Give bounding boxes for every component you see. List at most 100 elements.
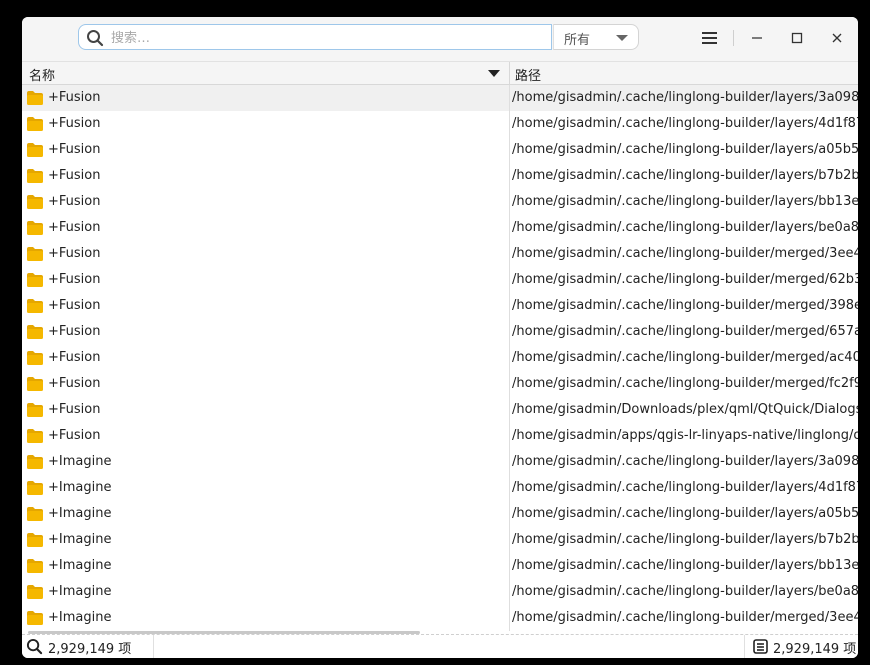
- list-item[interactable]: +Imagine /home/gisadmin/.cache/linglong-…: [22, 553, 858, 579]
- list-item[interactable]: +Imagine /home/gisadmin/.cache/linglong-…: [22, 475, 858, 501]
- list-item[interactable]: +Fusion /home/gisadmin/.cache/linglong-b…: [22, 371, 858, 397]
- folder-icon: [27, 351, 43, 365]
- list-item[interactable]: +Fusion /home/gisadmin/.cache/linglong-b…: [22, 111, 858, 137]
- folder-icon: [27, 143, 43, 157]
- item-path: /home/gisadmin/.cache/linglong-builder/l…: [512, 532, 858, 547]
- name-cell: +Fusion: [22, 371, 509, 397]
- list-item[interactable]: +Fusion /home/gisadmin/.cache/linglong-b…: [22, 319, 858, 345]
- folder-icon: [27, 611, 43, 625]
- index-count: 2,929,149 项: [773, 642, 857, 657]
- folder-icon: [27, 325, 43, 339]
- item-name: +Fusion: [48, 350, 101, 365]
- list-item[interactable]: +Imagine /home/gisadmin/.cache/linglong-…: [22, 449, 858, 475]
- menu-button[interactable]: [698, 27, 722, 49]
- item-path: /home/gisadmin/.cache/linglong-builder/l…: [512, 142, 858, 157]
- item-name: +Imagine: [48, 532, 112, 547]
- item-name: +Fusion: [48, 428, 101, 443]
- name-cell: +Fusion: [22, 293, 509, 319]
- folder-icon: [27, 403, 43, 417]
- folder-icon: [27, 117, 43, 131]
- item-path: /home/gisadmin/.cache/linglong-builder/l…: [512, 168, 858, 183]
- name-cell: +Fusion: [22, 345, 509, 371]
- folder-icon: [27, 377, 43, 391]
- close-button[interactable]: [825, 27, 849, 49]
- name-cell: +Imagine: [22, 501, 509, 527]
- name-cell: +Fusion: [22, 319, 509, 345]
- name-cell: +Fusion: [22, 189, 509, 215]
- list-item[interactable]: +Fusion /home/gisadmin/.cache/linglong-b…: [22, 267, 858, 293]
- item-name: +Fusion: [48, 272, 101, 287]
- list-item[interactable]: +Fusion /home/gisadmin/.cache/linglong-b…: [22, 293, 858, 319]
- list-item[interactable]: +Fusion /home/gisadmin/.cache/linglong-b…: [22, 345, 858, 371]
- item-path: /home/gisadmin/.cache/linglong-builder/m…: [512, 610, 858, 625]
- list-item[interactable]: +Fusion /home/gisadmin/Downloads/plex/qm…: [22, 397, 858, 423]
- database-icon: [753, 639, 768, 654]
- folder-icon: [27, 195, 43, 209]
- search-window: 所有: [22, 17, 858, 658]
- folder-icon: [27, 481, 43, 495]
- minimize-icon: [752, 37, 762, 39]
- item-path: /home/gisadmin/.cache/linglong-builder/l…: [512, 454, 858, 469]
- filter-selected-label: 所有: [564, 33, 591, 48]
- item-name: +Fusion: [48, 116, 101, 131]
- folder-icon: [27, 455, 43, 469]
- item-path: /home/gisadmin/.cache/linglong-builder/m…: [512, 272, 858, 287]
- item-path: /home/gisadmin/.cache/linglong-builder/l…: [512, 90, 858, 105]
- list-item[interactable]: +Fusion /home/gisadmin/apps/qgis-lr-liny…: [22, 423, 858, 449]
- name-cell: +Fusion: [22, 163, 509, 189]
- item-path: /home/gisadmin/.cache/linglong-builder/l…: [512, 506, 858, 521]
- search-input[interactable]: [109, 27, 543, 49]
- filter-dropdown[interactable]: 所有: [553, 24, 639, 50]
- item-path: /home/gisadmin/.cache/linglong-builder/l…: [512, 194, 858, 209]
- item-path: /home/gisadmin/.cache/linglong-builder/l…: [512, 558, 858, 573]
- folder-icon: [27, 429, 43, 443]
- list-item[interactable]: +Fusion /home/gisadmin/.cache/linglong-b…: [22, 163, 858, 189]
- column-name-label: 名称: [29, 69, 56, 84]
- column-divider: [509, 85, 510, 631]
- item-path: /home/gisadmin/Downloads/plex/qml/QtQuic…: [512, 402, 858, 417]
- maximize-icon: [791, 32, 803, 44]
- item-path: /home/gisadmin/.cache/linglong-builder/m…: [512, 298, 858, 313]
- name-cell: +Fusion: [22, 397, 509, 423]
- item-name: +Imagine: [48, 506, 112, 521]
- maximize-button[interactable]: [785, 27, 809, 49]
- folder-icon: [27, 273, 43, 287]
- item-path: /home/gisadmin/apps/qgis-lr-linyaps-nati…: [512, 428, 858, 443]
- list-item[interactable]: +Fusion /home/gisadmin/.cache/linglong-b…: [22, 241, 858, 267]
- folder-icon: [27, 299, 43, 313]
- item-name: +Fusion: [48, 194, 101, 209]
- item-name: +Fusion: [48, 298, 101, 313]
- results-list[interactable]: +Fusion /home/gisadmin/.cache/linglong-b…: [22, 85, 858, 631]
- title-bar: 所有: [22, 17, 858, 61]
- column-path-label: 路径: [515, 69, 542, 84]
- hamburger-menu-icon: [702, 32, 717, 44]
- list-item[interactable]: +Imagine /home/gisadmin/.cache/linglong-…: [22, 605, 858, 631]
- result-count: 2,929,149 项: [48, 642, 132, 657]
- name-cell: +Fusion: [22, 423, 509, 449]
- folder-icon: [27, 221, 43, 235]
- list-item[interactable]: +Fusion /home/gisadmin/.cache/linglong-b…: [22, 189, 858, 215]
- list-item[interactable]: +Imagine /home/gisadmin/.cache/linglong-…: [22, 527, 858, 553]
- folder-icon: [27, 559, 43, 573]
- list-item[interactable]: +Imagine /home/gisadmin/.cache/linglong-…: [22, 579, 858, 605]
- minimize-button[interactable]: [745, 27, 769, 49]
- status-bar: 2,929,149 项 2,929,149 项: [22, 635, 858, 658]
- item-name: +Imagine: [48, 480, 112, 495]
- item-name: +Fusion: [48, 90, 101, 105]
- list-item[interactable]: +Fusion /home/gisadmin/.cache/linglong-b…: [22, 215, 858, 241]
- list-item[interactable]: +Fusion /home/gisadmin/.cache/linglong-b…: [22, 137, 858, 163]
- list-item[interactable]: +Fusion /home/gisadmin/.cache/linglong-b…: [22, 85, 858, 111]
- name-cell: +Fusion: [22, 241, 509, 267]
- name-cell: +Fusion: [22, 267, 509, 293]
- item-path: /home/gisadmin/.cache/linglong-builder/l…: [512, 480, 858, 495]
- sort-descending-icon[interactable]: [488, 70, 500, 77]
- search-box[interactable]: [78, 24, 552, 50]
- list-item[interactable]: +Imagine /home/gisadmin/.cache/linglong-…: [22, 501, 858, 527]
- search-icon: [87, 30, 104, 47]
- name-cell: +Fusion: [22, 111, 509, 137]
- item-path: /home/gisadmin/.cache/linglong-builder/m…: [512, 324, 858, 339]
- folder-icon: [27, 507, 43, 521]
- name-cell: +Imagine: [22, 449, 509, 475]
- column-header-name[interactable]: 名称: [22, 62, 510, 85]
- item-name: +Imagine: [48, 610, 112, 625]
